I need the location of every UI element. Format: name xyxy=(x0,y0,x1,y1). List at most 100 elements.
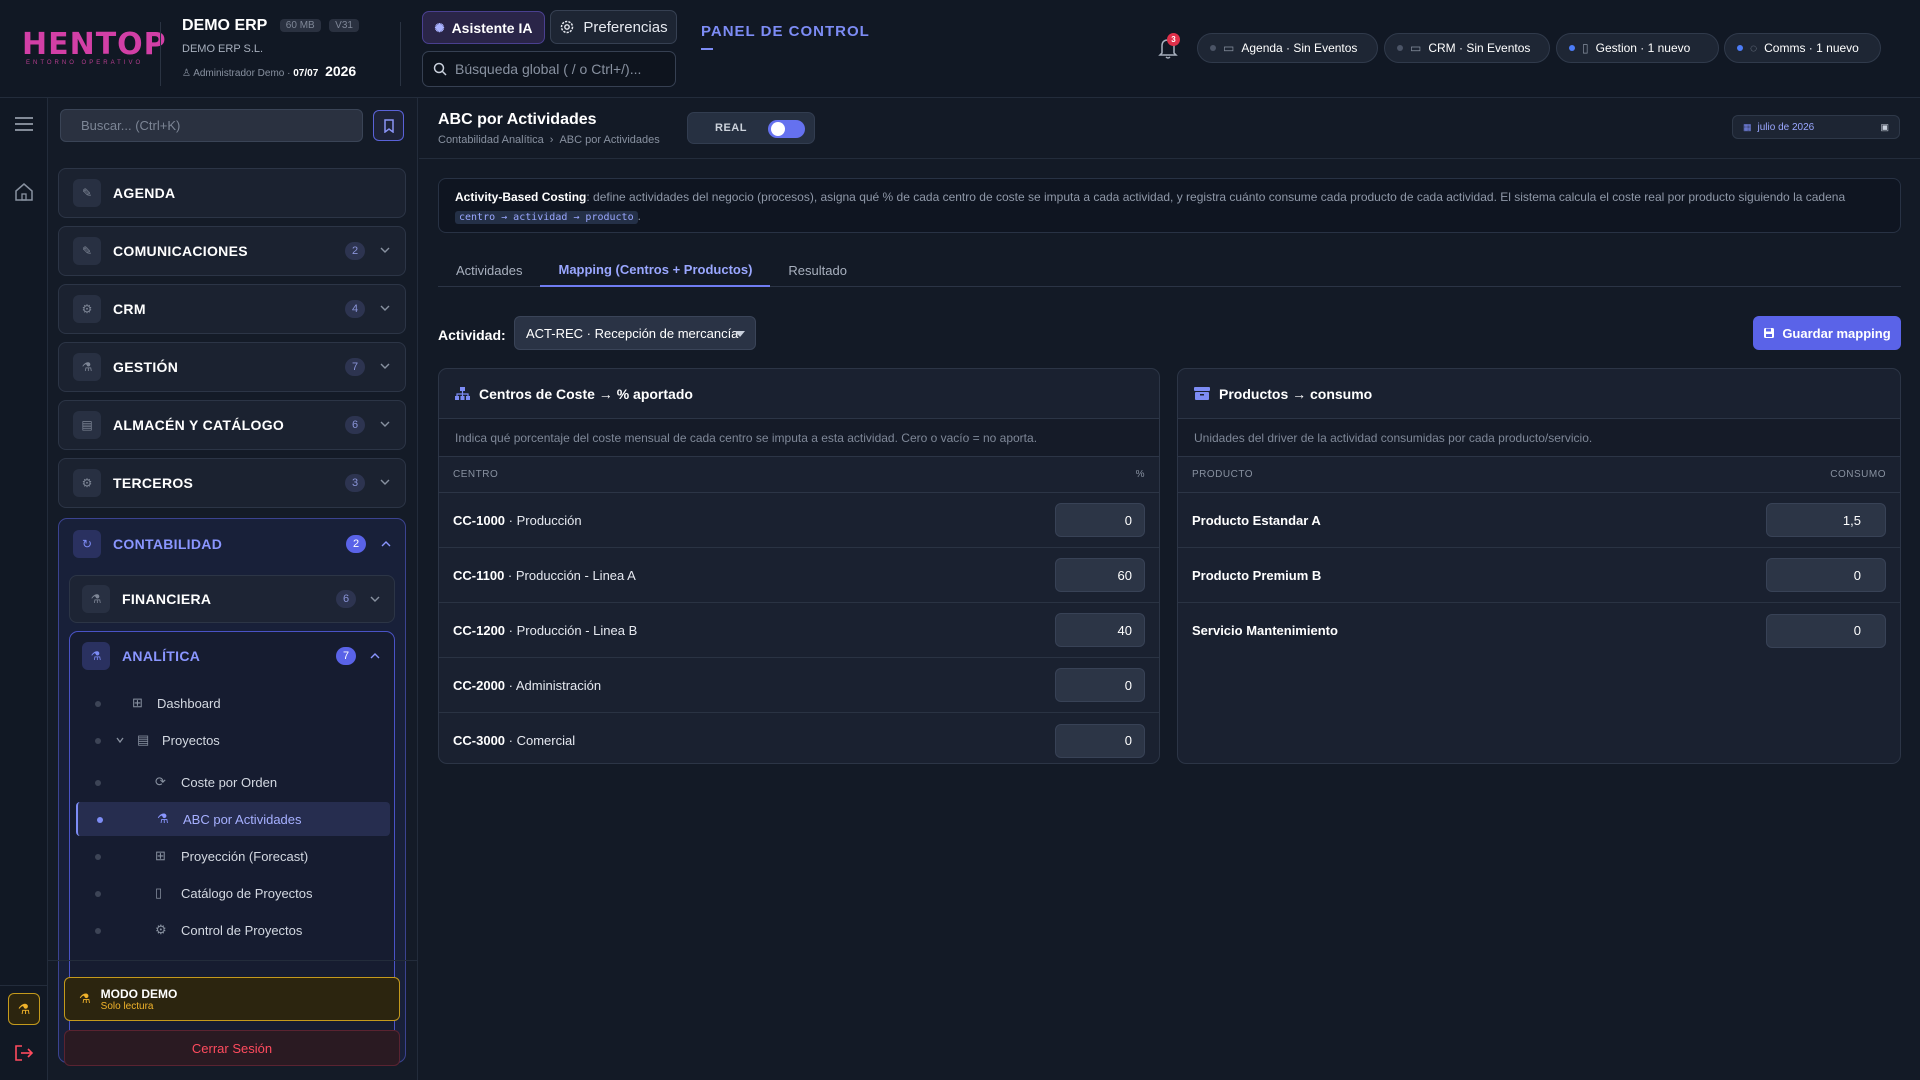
save-mapping-button[interactable]: Guardar mapping xyxy=(1753,316,1901,350)
percent-input[interactable] xyxy=(1055,668,1145,702)
consumption-input[interactable] xyxy=(1766,558,1886,592)
calendar-button-icon[interactable]: ▣ xyxy=(1880,122,1889,133)
sidebar-search-input[interactable] xyxy=(81,118,341,133)
demo-flask-icon[interactable]: ⚗ xyxy=(8,993,40,1025)
logout-icon[interactable] xyxy=(14,1044,34,1062)
percent-input[interactable] xyxy=(1055,723,1145,758)
pin-button[interactable] xyxy=(373,110,404,141)
ai-assistant-label: Asistente IA xyxy=(451,19,533,36)
chip-crm[interactable]: ▭ CRM · Sin Eventos xyxy=(1384,33,1550,63)
tree-item-label: Control de Proyectos xyxy=(181,922,303,938)
table-row: CC-3000 · Comercial xyxy=(439,713,1159,763)
company-name: DEMO ERP xyxy=(182,17,268,34)
global-search-input[interactable] xyxy=(455,61,655,77)
sidebar-item-label: CONTABILIDAD xyxy=(113,536,223,552)
tree-item-abc-por-actividades[interactable]: ⚗ ABC por Actividades xyxy=(76,802,390,836)
org-chart-icon xyxy=(455,386,470,400)
tab-mapping[interactable]: Mapping (Centros + Productos) xyxy=(540,253,771,287)
card-description: Unidades del driver de la actividad cons… xyxy=(1178,419,1900,457)
bullet xyxy=(95,701,101,707)
centro-code: CC-3000 xyxy=(453,733,506,748)
bookmark-icon xyxy=(383,118,394,133)
count-badge: 7 xyxy=(336,647,356,665)
home-icon[interactable] xyxy=(14,182,34,201)
percent-input[interactable] xyxy=(1055,613,1145,647)
table-row: CC-1000 · Producción xyxy=(439,493,1159,548)
logout-button[interactable]: Cerrar Sesión xyxy=(64,1030,400,1066)
tree-item-coste-por-orden[interactable]: ⟳ Coste por Orden xyxy=(70,765,388,799)
centros-card: Centros de Coste → % aportado Indica qué… xyxy=(438,368,1160,764)
tree-item-control-proyectos[interactable]: ⚙ Control de Proyectos xyxy=(70,913,388,947)
chip-gestion[interactable]: ▯ Gestion · 1 nuevo xyxy=(1556,33,1719,63)
date-picker[interactable]: ▦ julio de 2026 ▣ xyxy=(1732,115,1900,139)
tree-item-label: Catálogo de Proyectos xyxy=(181,885,313,901)
breadcrumb-item[interactable]: Contabilidad Analítica xyxy=(438,134,544,146)
centro-code: CC-1100 xyxy=(453,567,505,583)
sidebar-item-label: COMUNICACIONES xyxy=(113,243,248,259)
breadcrumb: Contabilidad Analítica › ABC por Activid… xyxy=(438,134,660,146)
chip-comms[interactable]: ◌ Comms · 1 nuevo xyxy=(1724,33,1881,63)
ai-assistant-button[interactable]: ✺ Asistente IA xyxy=(422,11,545,44)
real-toggle-label: REAL xyxy=(715,122,747,134)
activity-select[interactable]: ACT-REC · Recepción de mercancía xyxy=(514,316,756,350)
count-badge: 7 xyxy=(345,358,365,376)
terceros-icon: ⚙ xyxy=(73,469,101,497)
preferences-button[interactable]: Preferencias xyxy=(550,10,677,44)
percent-input[interactable] xyxy=(1055,503,1145,537)
global-search[interactable] xyxy=(422,51,676,87)
sidebar-item-contabilidad[interactable]: ↻ CONTABILIDAD 2 xyxy=(59,519,405,569)
card-description: Indica qué porcentaje del coste mensual … xyxy=(439,419,1159,457)
user-line: ♙ Administrador Demo · 07/07 2026 xyxy=(182,63,357,79)
tree-item-catalogo-proyectos[interactable]: ▯ Catálogo de Proyectos xyxy=(70,876,388,910)
sidebar-item-analitica[interactable]: ⚗ ANALÍTICA 7 xyxy=(70,632,394,680)
tab-actividades[interactable]: Actividades xyxy=(438,253,540,287)
date-value: julio de 2026 xyxy=(1757,121,1815,133)
sidebar-item-agenda[interactable]: ✎ AGENDA xyxy=(58,168,406,218)
save-mapping-label: Guardar mapping xyxy=(1782,325,1891,341)
sidebar-item-financiera[interactable]: ⚗ FINANCIERA 6 xyxy=(69,575,395,623)
chip-label: CRM · Sin Eventos xyxy=(1428,41,1531,55)
percent-input[interactable] xyxy=(1055,558,1145,592)
productos-card: Productos → consumo Unidades del driver … xyxy=(1177,368,1901,764)
chip-agenda[interactable]: ▭ Agenda · Sin Eventos xyxy=(1197,33,1378,63)
user-name: Administrador Demo xyxy=(193,68,285,79)
notification-badge: 3 xyxy=(1167,33,1180,46)
crm-icon: ⚙ xyxy=(73,295,101,323)
consumption-input[interactable] xyxy=(1766,503,1886,537)
panel-title[interactable]: PANEL DE CONTROL xyxy=(701,23,870,40)
top-bar: HENTOP ENTORNO OPERATIVO DEMO ERP 60 MB … xyxy=(0,0,1920,98)
consumption-input[interactable] xyxy=(1766,613,1886,648)
breadcrumb-separator: › xyxy=(549,134,554,146)
sidebar-item-gestion[interactable]: ⚗ GESTIÓN 7 xyxy=(58,342,406,392)
search-icon xyxy=(433,62,447,76)
sidebar-item-crm[interactable]: ⚙ CRM 4 xyxy=(58,284,406,334)
tree-item-proyeccion[interactable]: ⊞ Proyección (Forecast) xyxy=(70,839,388,873)
user-icon: ♙ xyxy=(182,68,194,79)
toggle-switch[interactable] xyxy=(768,120,805,138)
sidebar-item-label: FINANCIERA xyxy=(122,591,212,607)
rail-divider xyxy=(0,985,48,986)
warehouse-icon: ▤ xyxy=(73,411,101,439)
bullet xyxy=(95,928,101,934)
sidebar-search[interactable] xyxy=(60,109,363,142)
sidebar-item-comunicaciones[interactable]: ✎ COMUNICACIONES 2 xyxy=(58,226,406,276)
menu-icon[interactable] xyxy=(15,117,33,131)
column-header: % xyxy=(1135,469,1145,480)
chat-icon: ◌ xyxy=(1750,41,1758,55)
info-chain: centro → actividad → producto xyxy=(455,211,638,224)
activity-select-value: ACT-REC · Recepción de mercancía xyxy=(526,325,739,341)
tab-resultado[interactable]: Resultado xyxy=(770,253,865,287)
bullet xyxy=(95,738,101,744)
centro-name: · Comercial xyxy=(505,733,576,748)
tree-item-label: Proyectos xyxy=(162,732,220,748)
sidebar-item-almacen[interactable]: ▤ ALMACÉN Y CATÁLOGO 6 xyxy=(58,400,406,450)
tree-item-dashboard[interactable]: ⊞ Dashboard xyxy=(70,686,388,720)
demo-mode-box: ⚗ MODO DEMO Solo lectura xyxy=(64,977,400,1021)
logo-text: HENTOP xyxy=(22,27,167,62)
real-toggle[interactable]: REAL xyxy=(687,112,815,144)
tree-item-proyectos[interactable]: ▤ Proyectos xyxy=(70,723,388,757)
table-row: Producto Premium B xyxy=(1178,548,1900,603)
sidebar-item-terceros[interactable]: ⚙ TERCEROS 3 xyxy=(58,458,406,508)
logo[interactable]: HENTOP ENTORNO OPERATIVO xyxy=(22,27,167,67)
activity-label: Actividad: xyxy=(438,327,506,343)
